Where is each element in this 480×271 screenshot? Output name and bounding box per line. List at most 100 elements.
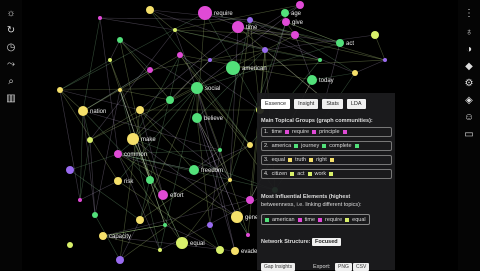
graph-node-label: capacity [109, 234, 131, 240]
tab-lda[interactable]: LDA [346, 99, 366, 109]
graph-node-give[interactable] [282, 18, 290, 26]
dots-icon[interactable]: ⋮ [463, 8, 475, 20]
tab-insight[interactable]: Insight [294, 99, 319, 109]
graph-node-require[interactable] [198, 6, 212, 20]
graph-node-american[interactable] [226, 61, 240, 75]
graph-edge [59, 89, 141, 111]
trash-icon[interactable]: ▥ [5, 93, 17, 105]
graph-edge [89, 29, 176, 141]
graph-node[interactable] [291, 31, 299, 39]
cube-icon[interactable]: ◈ [463, 95, 475, 107]
search-icon[interactable]: ⌕ [5, 76, 17, 88]
user-icon[interactable]: ☺ [463, 112, 475, 124]
graph-edge [102, 199, 251, 237]
graph-edge [82, 54, 181, 112]
graph-node[interactable] [166, 96, 174, 104]
graph-node[interactable] [87, 137, 93, 143]
graph-node-equal[interactable] [176, 237, 188, 249]
graph-node[interactable] [262, 47, 268, 53]
refresh-icon[interactable]: ↻ [5, 25, 17, 37]
tab-stats[interactable]: Stats [322, 99, 343, 109]
graph-node-age[interactable] [281, 9, 289, 17]
graph-node[interactable] [218, 148, 222, 152]
graph-node-nation[interactable] [78, 106, 88, 116]
graph-edge [139, 87, 198, 221]
graph-node[interactable] [146, 176, 154, 184]
group-chip [322, 144, 327, 148]
graph-node-act[interactable] [336, 39, 344, 47]
graph-node-risk[interactable] [114, 177, 122, 185]
infl-word: equal [352, 216, 366, 223]
graph-node[interactable] [108, 58, 112, 62]
graph-node[interactable] [66, 166, 74, 174]
group-word: equal [271, 157, 286, 163]
group-row-1[interactable]: 1. time require principle [261, 127, 392, 137]
graph-node[interactable] [163, 223, 167, 227]
graph-node[interactable] [352, 70, 358, 76]
graph-node[interactable] [146, 6, 154, 14]
graph-node[interactable] [173, 28, 177, 32]
graph-node-capacity[interactable] [99, 232, 107, 240]
graph-node-common[interactable] [114, 150, 122, 158]
graph-node[interactable] [136, 216, 144, 224]
graph-node[interactable] [246, 233, 250, 237]
graph-node-time[interactable] [232, 21, 244, 33]
graph-node[interactable] [216, 246, 224, 254]
graph-node-effort[interactable] [158, 190, 168, 200]
graph-node[interactable] [57, 87, 63, 93]
graph-node[interactable] [92, 212, 98, 218]
graph-node[interactable] [67, 242, 73, 248]
group-row-2[interactable]: 2. america journey complete [261, 141, 392, 151]
graph-node[interactable] [117, 37, 123, 43]
graph-node[interactable] [228, 178, 232, 182]
clock-icon[interactable]: ◷ [5, 42, 17, 54]
graph-node-social[interactable] [191, 82, 203, 94]
graph-node[interactable] [246, 196, 254, 204]
graph-node[interactable] [147, 67, 153, 73]
group-row-3[interactable]: 3. equal truth right [261, 155, 392, 165]
influential-list[interactable]: american time require equal [261, 214, 370, 225]
graph-node[interactable] [78, 198, 82, 202]
bulb-icon[interactable]: ♁ [463, 27, 475, 39]
graph-node[interactable] [208, 58, 212, 62]
panel-toggle-icon[interactable]: ▭ [463, 129, 475, 141]
tab-essence[interactable]: Essence [261, 99, 291, 109]
graph-node-freedom[interactable] [189, 165, 199, 175]
group-chip [284, 130, 289, 134]
contrast-icon[interactable]: ◑ [463, 44, 475, 56]
group-word: america [271, 143, 292, 149]
graph-node[interactable] [177, 52, 183, 58]
graph-node-today[interactable] [307, 75, 317, 85]
graph-node[interactable] [207, 222, 213, 228]
group-chip [290, 172, 295, 176]
graph-node-label: today [319, 78, 334, 84]
graph-node-believe[interactable] [192, 113, 202, 123]
settings-icon[interactable]: ⚙ [463, 78, 475, 90]
network-graph[interactable]: require time american today act social believe… [0, 0, 480, 270]
tag-icon[interactable]: ◆ [463, 61, 475, 73]
graph-node[interactable] [247, 17, 253, 23]
graph-node[interactable] [136, 106, 144, 114]
graph-node-general[interactable] [231, 211, 243, 223]
graph-node[interactable] [296, 1, 304, 9]
graph-node[interactable] [116, 256, 124, 264]
graph-node[interactable] [318, 58, 322, 62]
graph-node[interactable] [158, 248, 162, 252]
graph-node[interactable] [118, 88, 122, 92]
group-chip [329, 172, 334, 176]
graph-edge [82, 17, 101, 112]
graph-node[interactable] [383, 58, 387, 62]
group-row-4[interactable]: 4. citizen act work [261, 169, 392, 179]
graph-node[interactable] [98, 16, 102, 20]
structure-label: Network Structure: [261, 239, 311, 245]
group-word: time [271, 129, 282, 135]
group-word: truth [295, 157, 307, 163]
share-icon[interactable]: ⤳ [5, 59, 17, 71]
graph-node[interactable] [247, 142, 253, 148]
graph-node[interactable] [371, 31, 379, 39]
graph-node-make[interactable] [127, 133, 139, 145]
group-word: complete [329, 143, 352, 149]
graph-node-evade[interactable] [231, 247, 239, 255]
structure-value-badge[interactable]: Focused [312, 238, 341, 246]
sun-icon[interactable]: ☼ [5, 8, 17, 20]
